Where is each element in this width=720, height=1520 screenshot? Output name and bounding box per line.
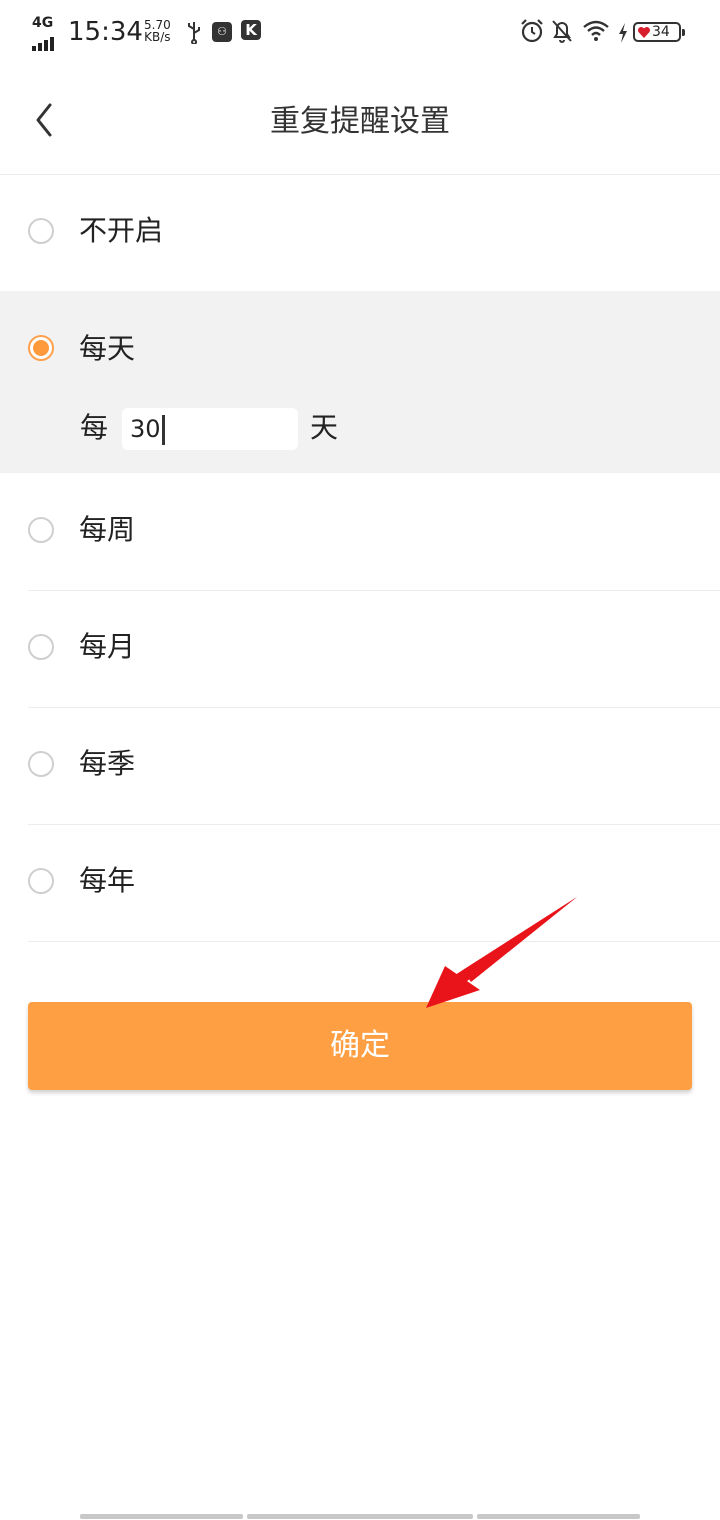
battery-icon: 34 [633, 22, 685, 42]
text-cursor [161, 415, 165, 445]
confirm-button[interactable]: 确定 [28, 1002, 692, 1090]
interval-input[interactable]: 30 [122, 408, 298, 450]
option-label: 每周 [79, 513, 136, 546]
option-label: 每年 [79, 864, 136, 897]
option-label: 每天 [79, 332, 136, 365]
interval-suffix: 天 [310, 411, 339, 444]
network-speed: 5.70 KB/s [144, 19, 171, 43]
radio-button[interactable] [28, 634, 54, 660]
radio-button[interactable] [28, 517, 54, 543]
option-yearly[interactable]: 每年 [0, 824, 720, 941]
network-type: 4G [32, 15, 54, 31]
nav-segment[interactable] [80, 1514, 243, 1519]
radio-button[interactable] [28, 751, 54, 777]
radio-button[interactable] [28, 868, 54, 894]
status-bar: 4G 15:34 5.70 KB/s ⚇ K 34 [0, 0, 720, 66]
option-weekly[interactable]: 每周 [0, 473, 720, 590]
signal-icon: 4G [30, 15, 62, 51]
page-title: 重复提醒设置 [270, 104, 450, 139]
navigation-bar [0, 1512, 720, 1520]
wifi-icon [583, 20, 609, 41]
option-quarterly[interactable]: 每季 [0, 707, 720, 824]
option-disabled[interactable]: 不开启 [0, 174, 720, 291]
battery-level: 34 [652, 24, 670, 40]
alarm-icon [521, 19, 543, 43]
clock: 15:34 [68, 17, 143, 47]
page-header: 重复提醒设置 [0, 66, 720, 175]
k-app-label: K [241, 20, 261, 40]
divider [28, 941, 720, 942]
usb-icon [188, 22, 200, 44]
radio-button[interactable] [28, 218, 54, 244]
option-daily[interactable]: 每天 每 30 天 [0, 291, 720, 473]
app-icon: ⚇ [212, 20, 232, 42]
option-label: 不开启 [79, 214, 164, 247]
nav-segment[interactable] [247, 1514, 473, 1519]
k-app-icon: K [241, 20, 261, 40]
network-speed-unit: KB/s [144, 30, 171, 44]
option-label: 每季 [79, 747, 136, 780]
notifications-off-icon [552, 20, 572, 43]
interval-prefix: 每 [80, 411, 109, 444]
radio-button-checked[interactable] [28, 335, 54, 361]
option-monthly[interactable]: 每月 [0, 590, 720, 707]
interval-value: 30 [130, 415, 161, 443]
charging-icon [619, 23, 627, 43]
nav-segment[interactable] [477, 1514, 640, 1519]
option-label: 每月 [79, 630, 136, 663]
